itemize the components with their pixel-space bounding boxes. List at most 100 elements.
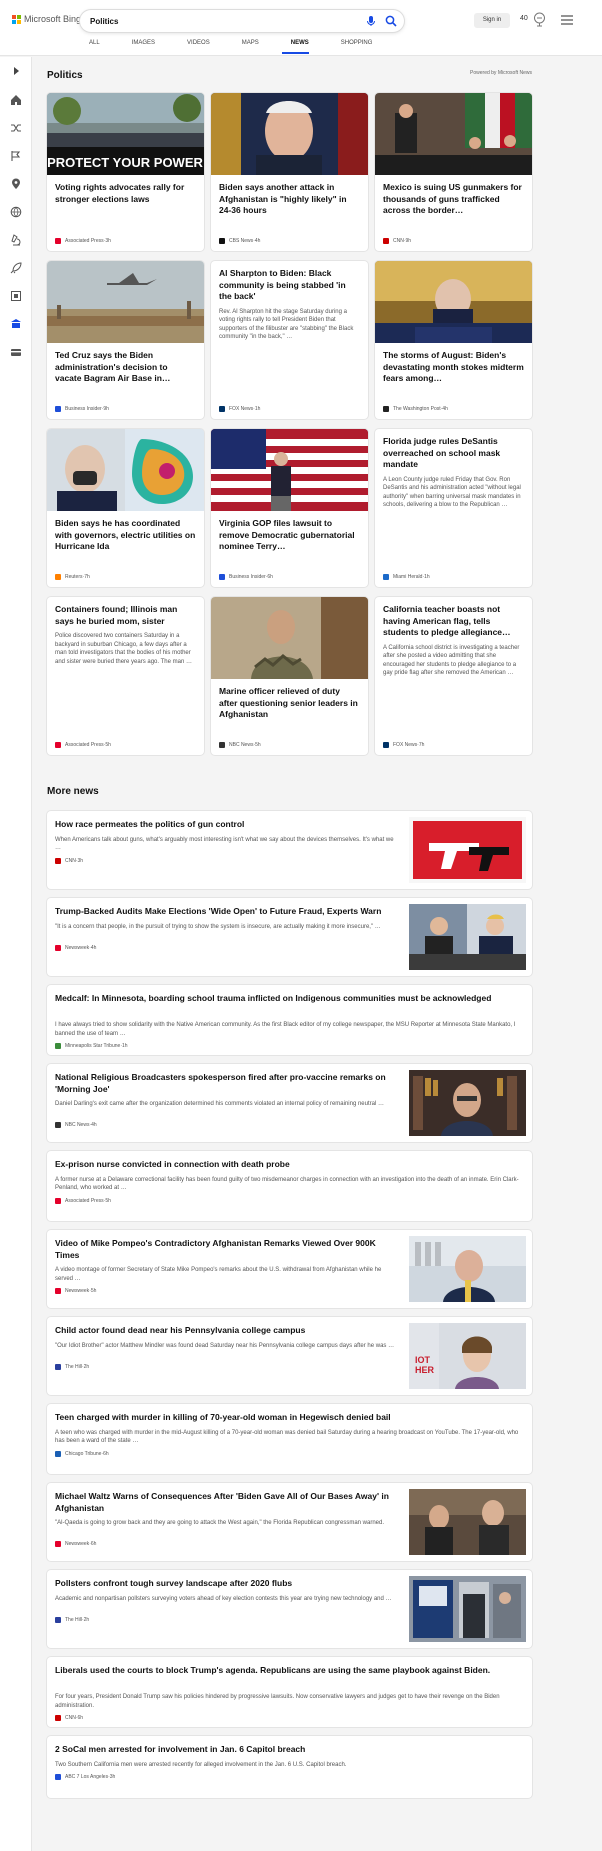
more-news-source[interactable]: Chicago Tribune · 6h — [55, 1450, 109, 1457]
more-news-source[interactable]: Newsweek · 5h — [55, 1288, 96, 1294]
search-query[interactable]: Politics — [90, 17, 118, 26]
more-news-item[interactable]: 2 SoCal men arrested for involvement in … — [47, 1736, 532, 1798]
news-card[interactable]: Virginia GOP files lawsuit to remove Dem… — [211, 429, 368, 587]
news-card-image[interactable] — [211, 429, 368, 511]
more-news-source[interactable]: Newsweek · 6h — [55, 1541, 96, 1547]
news-card[interactable]: Ted Cruz says the Biden administration's… — [47, 261, 204, 419]
search-icon[interactable] — [384, 14, 398, 28]
news-card[interactable]: Biden says he has coordinated with gover… — [47, 429, 204, 587]
news-card-image[interactable]: PROTECT YOUR POWER — [47, 93, 204, 175]
news-card[interactable]: PROTECT YOUR POWER Voting rights advocate… — [47, 93, 204, 251]
more-news-title[interactable]: Teen charged with murder in killing of 7… — [55, 1412, 525, 1424]
more-news-item[interactable]: Child actor found dead near his Pennsylv… — [47, 1317, 532, 1395]
location-pin-icon[interactable] — [10, 178, 22, 190]
news-card-image[interactable] — [375, 93, 532, 175]
more-news-thumbnail[interactable] — [409, 1236, 526, 1302]
more-news-item[interactable]: Pollsters confront tough survey landscap… — [47, 1570, 532, 1648]
more-news-item[interactable]: How race permeates the politics of gun c… — [47, 811, 532, 889]
more-news-title[interactable]: Ex-prison nurse convicted in connection … — [55, 1159, 525, 1171]
news-card-source[interactable]: FOX News · 1h — [219, 406, 260, 412]
more-news-thumbnail[interactable] — [409, 1576, 526, 1642]
news-card[interactable]: Al Sharpton to Biden: Black community is… — [211, 261, 368, 419]
news-card-title[interactable]: California teacher boasts not having Ame… — [375, 597, 532, 639]
more-news-item[interactable]: National Religious Broadcasters spokespe… — [47, 1064, 532, 1142]
rewards-trophy-icon[interactable] — [533, 12, 546, 27]
news-card-source[interactable]: Business Insider · 6h — [219, 574, 273, 580]
news-card-title[interactable]: Biden says another attack in Afghanistan… — [211, 175, 368, 217]
politics-building-icon[interactable] — [10, 318, 22, 330]
tab-videos[interactable]: VIDEOS — [178, 36, 210, 54]
rewards-points[interactable]: 40 — [520, 15, 528, 22]
more-news-thumbnail[interactable]: IOTHER — [409, 1323, 526, 1389]
more-news-source[interactable]: Associated Press · 5h — [55, 1197, 111, 1204]
news-card-title[interactable]: Florida judge rules DeSantis overreached… — [375, 429, 532, 471]
news-card-image[interactable] — [211, 597, 368, 679]
tab-images[interactable]: IMAGES — [123, 36, 155, 54]
more-news-thumbnail[interactable] — [409, 1070, 526, 1136]
news-card-title[interactable]: Al Sharpton to Biden: Black community is… — [211, 261, 368, 303]
news-card[interactable]: Mexico is suing US gunmakers for thousan… — [375, 93, 532, 251]
news-card-source[interactable]: Reuters · 7h — [55, 574, 90, 580]
rocket-icon[interactable] — [10, 262, 22, 274]
news-card-source[interactable]: Business Insider · 9h — [55, 406, 109, 412]
news-card-source[interactable]: Miami Herald · 1h — [383, 574, 430, 580]
more-news-source[interactable]: ABC 7 Los Angeles · 3h — [55, 1774, 115, 1780]
news-card-title[interactable]: Virginia GOP files lawsuit to remove Dem… — [211, 511, 368, 553]
more-news-source[interactable]: Minneapolis Star Tribune · 1h — [55, 1043, 128, 1049]
news-card-title[interactable]: Voting rights advocates rally for strong… — [47, 175, 204, 205]
news-card-image[interactable] — [47, 261, 204, 343]
tab-all[interactable]: ALL — [80, 36, 100, 54]
news-card-image[interactable] — [375, 261, 532, 343]
news-card-source[interactable]: Associated Press · 3h — [55, 238, 111, 244]
hamburger-menu-icon[interactable] — [561, 15, 573, 25]
news-card-title[interactable]: Marine officer relieved of duty after qu… — [211, 679, 368, 721]
expand-sidebar-icon[interactable] — [10, 65, 22, 77]
news-card[interactable]: Biden says another attack in Afghanistan… — [211, 93, 368, 251]
more-news-title[interactable]: Liberals used the courts to block Trump'… — [55, 1665, 525, 1677]
news-card-source[interactable]: Associated Press · 5h — [55, 742, 111, 748]
news-card-source[interactable]: CNN · 9h — [383, 238, 411, 244]
more-news-title[interactable]: Trump-Backed Audits Make Elections 'Wide… — [55, 906, 400, 918]
more-news-item[interactable]: Michael Waltz Warns of Consequences Afte… — [47, 1483, 532, 1561]
more-news-source[interactable]: CNN · 6h — [55, 1715, 83, 1721]
news-card-title[interactable]: Ted Cruz says the Biden administration's… — [47, 343, 204, 385]
more-news-item[interactable]: Liberals used the courts to block Trump'… — [47, 1657, 532, 1727]
more-news-source[interactable]: The Hill · 2h — [55, 1616, 89, 1623]
tab-shopping[interactable]: SHOPPING — [332, 36, 373, 54]
sign-in-button[interactable]: Sign in — [474, 13, 510, 28]
news-card-title[interactable]: Biden says he has coordinated with gover… — [47, 511, 204, 553]
microscope-icon[interactable] — [10, 234, 22, 246]
news-card[interactable]: Marine officer relieved of duty after qu… — [211, 597, 368, 755]
film-icon[interactable] — [10, 290, 22, 302]
more-news-item[interactable]: Video of Mike Pompeo's Contradictory Afg… — [47, 1230, 532, 1308]
flag-icon[interactable] — [10, 150, 22, 162]
more-news-title[interactable]: National Religious Broadcasters spokespe… — [55, 1072, 400, 1095]
news-card-source[interactable]: FOX News · 7h — [383, 742, 424, 748]
more-news-title[interactable]: Michael Waltz Warns of Consequences Afte… — [55, 1491, 400, 1514]
news-card-source[interactable]: The Washington Post · 4h — [383, 406, 448, 412]
more-news-source[interactable]: The Hill · 2h — [55, 1363, 89, 1370]
more-news-title[interactable]: Child actor found dead near his Pennsylv… — [55, 1325, 400, 1337]
more-news-item[interactable]: Trump-Backed Audits Make Elections 'Wide… — [47, 898, 532, 976]
more-news-thumbnail[interactable] — [409, 1489, 526, 1555]
more-news-item[interactable]: Medcalf: In Minnesota, boarding school t… — [47, 985, 532, 1055]
more-news-thumbnail[interactable] — [409, 817, 526, 883]
more-news-item[interactable]: Teen charged with murder in killing of 7… — [47, 1404, 532, 1474]
more-news-title[interactable]: Video of Mike Pompeo's Contradictory Afg… — [55, 1238, 400, 1261]
more-news-title[interactable]: Medcalf: In Minnesota, boarding school t… — [55, 993, 525, 1005]
more-news-title[interactable]: Pollsters confront tough survey landscap… — [55, 1578, 400, 1590]
news-card-source[interactable]: CBS News · 4h — [219, 238, 260, 244]
news-card-title[interactable]: Containers found; Illinois man says he b… — [47, 597, 204, 627]
news-card[interactable]: Florida judge rules DeSantis overreached… — [375, 429, 532, 587]
news-card[interactable]: California teacher boasts not having Ame… — [375, 597, 532, 755]
more-news-source[interactable]: CNN · 3h — [55, 857, 83, 864]
more-news-source[interactable]: Newsweek · 4h — [55, 944, 96, 951]
more-news-item[interactable]: Ex-prison nurse convicted in connection … — [47, 1151, 532, 1221]
news-card-title[interactable]: Mexico is suing US gunmakers for thousan… — [375, 175, 532, 217]
bing-logo[interactable]: Microsoft Bing — [12, 14, 81, 24]
home-icon[interactable] — [10, 94, 22, 106]
more-news-source[interactable]: NBC News · 4h — [55, 1122, 97, 1128]
more-news-title[interactable]: How race permeates the politics of gun c… — [55, 819, 400, 831]
more-news-thumbnail[interactable] — [409, 904, 526, 970]
microphone-icon[interactable] — [364, 14, 378, 28]
